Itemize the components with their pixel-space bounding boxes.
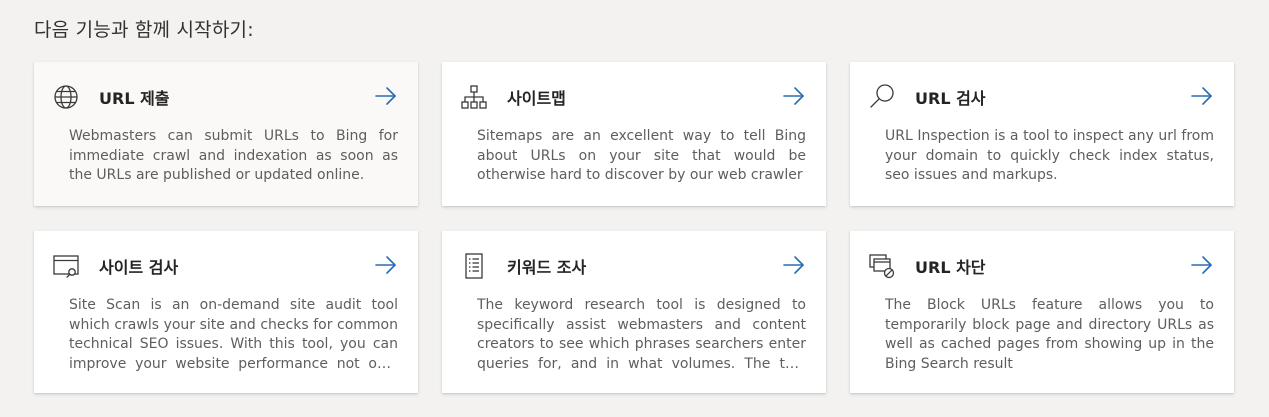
search-icon	[868, 83, 896, 111]
globe-icon	[52, 83, 80, 111]
card-description: Webmasters can submit URLs to Bing for i…	[69, 128, 398, 183]
arrow-right-icon[interactable]	[374, 253, 398, 277]
card-keyword-research[interactable]: 키워드 조사 The keyword research tool is desi…	[442, 231, 826, 393]
getting-started-page: 다음 기능과 함께 시작하기: URL 제출 Webmasters can su…	[0, 0, 1269, 417]
sitemap-icon	[460, 83, 488, 111]
card-description: URL Inspection is a tool to inspect any …	[885, 128, 1214, 183]
site-scan-icon	[52, 252, 80, 280]
card-site-scan[interactable]: 사이트 검사 Site Scan is an on-demand site au…	[34, 231, 418, 393]
card-title: 사이트 검사	[99, 258, 179, 277]
block-urls-icon	[868, 252, 896, 280]
arrow-right-icon[interactable]	[1190, 253, 1214, 277]
card-title: 키워드 조사	[507, 258, 587, 277]
arrow-right-icon[interactable]	[374, 84, 398, 108]
card-sitemap[interactable]: 사이트맵 Sitemaps are an excellent way to te…	[442, 62, 826, 206]
card-block-urls[interactable]: URL 차단 The Block URLs feature allows you…	[850, 231, 1234, 393]
card-description: Sitemaps are an excellent way to tell Bi…	[477, 128, 806, 183]
card-title: URL 검사	[915, 89, 986, 108]
arrow-right-icon[interactable]	[782, 253, 806, 277]
card-url-submission[interactable]: URL 제출 Webmasters can submit URLs to Bin…	[34, 62, 418, 206]
card-title: 사이트맵	[507, 89, 566, 108]
card-description: The Block URLs feature allows you to tem…	[885, 297, 1214, 372]
arrow-right-icon[interactable]	[1190, 84, 1214, 108]
arrow-right-icon[interactable]	[782, 84, 806, 108]
card-description: The keyword research tool is designed to…	[477, 297, 806, 372]
section-heading: 다음 기능과 함께 시작하기:	[34, 19, 254, 41]
card-url-inspection[interactable]: URL 검사 URL Inspection is a tool to inspe…	[850, 62, 1234, 206]
card-title: URL 차단	[915, 258, 986, 277]
card-title: URL 제출	[99, 89, 170, 108]
card-description: Site Scan is an on-demand site audit too…	[69, 297, 398, 372]
keyword-document-icon	[460, 252, 488, 280]
